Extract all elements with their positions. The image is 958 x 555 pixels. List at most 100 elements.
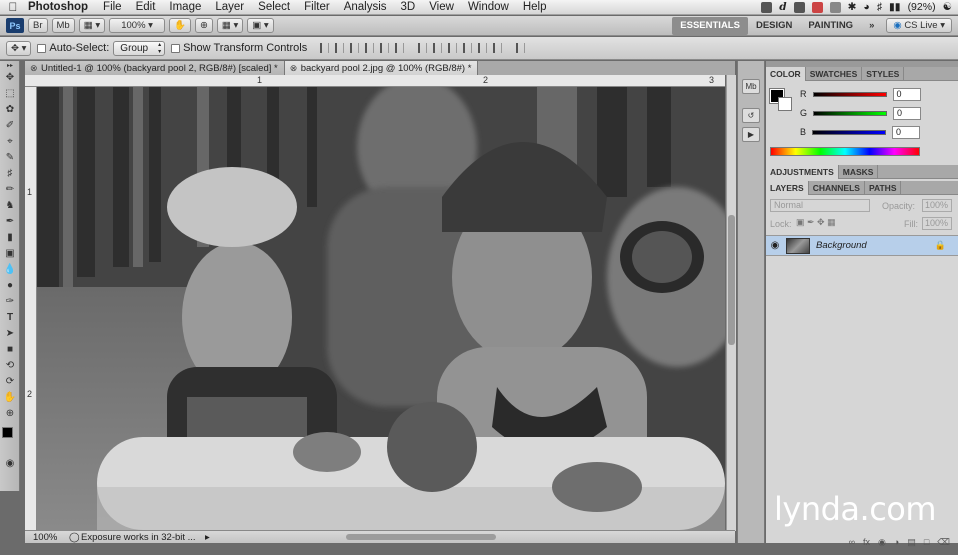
fill-value[interactable]: 100% [922, 217, 952, 230]
eyedropper-tool-icon[interactable]: ✎ [0, 149, 20, 165]
status-arrow-icon[interactable]: ▸ [205, 532, 210, 543]
align-vcenter-icon[interactable] [335, 43, 345, 53]
menu-app-name[interactable]: Photoshop [26, 1, 96, 13]
link-layers-icon[interactable]: ∞ [849, 537, 855, 553]
zoom-dropdown[interactable]: 100% ▾ [109, 18, 166, 33]
new-group-icon[interactable]: ▤ [907, 537, 916, 553]
tool-preset-picker[interactable]: ✥ ▾ [6, 40, 32, 56]
3d-rotate-tool-icon[interactable]: ⟲ [0, 357, 20, 373]
crop-tool-icon[interactable]: ⌖ [0, 133, 20, 149]
tray-app-icon-3[interactable] [811, 1, 823, 13]
tab-swatches[interactable]: SWATCHES [806, 66, 863, 81]
dictionary-icon[interactable]: d [779, 1, 786, 13]
stamp-tool-icon[interactable]: ♞ [0, 197, 20, 213]
r-slider[interactable] [812, 91, 887, 97]
lasso-tool-icon[interactable]: ✿ [0, 101, 20, 117]
tab-color[interactable]: COLOR [766, 66, 806, 81]
tab-paths[interactable]: PATHS [865, 180, 902, 195]
align-left-icon[interactable] [365, 43, 375, 53]
3d-orbit-tool-icon[interactable]: ⟳ [0, 373, 20, 389]
close-tab-icon[interactable]: ⊗ [30, 63, 38, 74]
zoom-tool-icon[interactable]: ⊕ [0, 405, 20, 421]
pen-tool-icon[interactable]: ✑ [0, 293, 20, 309]
distribute-vcenter-icon[interactable] [433, 43, 443, 53]
brush-tool-icon[interactable]: ✏ [0, 181, 20, 197]
distribute-hcenter-icon[interactable] [478, 43, 488, 53]
menu-file[interactable]: File [96, 1, 129, 13]
quick-select-tool-icon[interactable]: ✐ [0, 117, 20, 133]
adjustment-layer-icon[interactable]: ◑ [894, 537, 899, 553]
extras-dropdown[interactable]: ▦ ▾ [78, 18, 106, 33]
arrange-documents-button[interactable]: ▦ ▾ [216, 18, 244, 33]
distribute-left-icon[interactable] [463, 43, 473, 53]
vertical-ruler[interactable]: 1 2 [25, 87, 37, 530]
quick-mask-icon[interactable]: ◉ [0, 455, 20, 471]
opacity-value[interactable]: 100% [922, 199, 952, 212]
close-tab-icon[interactable]: ⊗ [290, 63, 298, 74]
r-value[interactable]: 0 [892, 87, 921, 101]
status-zoom[interactable]: 100% [25, 532, 69, 543]
b-slider[interactable] [812, 129, 887, 135]
eye-icon[interactable]: ◉ [766, 240, 784, 251]
collapse-tools-icon[interactable]: ▸▸ [0, 61, 20, 69]
zoom-tool-button[interactable]: ⊕ [194, 18, 213, 33]
shape-tool-icon[interactable]: ■ [0, 341, 20, 357]
cs-live-button[interactable]: ◉ CS Live ▾ [886, 18, 952, 33]
document-canvas[interactable] [37, 87, 725, 530]
show-transform-checkbox[interactable] [171, 43, 181, 53]
lock-icons[interactable]: ▣ ✒ ✥ ▦ [796, 217, 836, 228]
tab-untitled-1[interactable]: ⊗ Untitled-1 @ 100% (backyard pool 2, RG… [25, 61, 285, 75]
new-layer-icon[interactable]: □ [924, 537, 929, 553]
status-menu-icon[interactable]: ◯ [69, 532, 81, 543]
menu-view[interactable]: View [422, 1, 461, 13]
bluetooth-icon[interactable]: ✱ [848, 1, 857, 13]
dodge-tool-icon[interactable]: ● [0, 277, 20, 293]
apple-icon[interactable]:  [0, 0, 26, 14]
tab-styles[interactable]: STYLES [862, 66, 905, 81]
gradient-tool-icon[interactable]: ▣ [0, 245, 20, 261]
tab-backyard-pool[interactable]: ⊗ backyard pool 2.jpg @ 100% (RGB/8#) * [284, 61, 479, 75]
menu-3d[interactable]: 3D [394, 1, 423, 13]
vertical-scrollbar[interactable] [726, 75, 736, 531]
horizontal-ruler[interactable]: 1 2 3 [25, 75, 725, 87]
distribute-right-icon[interactable] [493, 43, 503, 53]
hand-tool-icon[interactable]: ✋ [0, 389, 20, 405]
foreground-color-swatch[interactable] [2, 427, 13, 438]
horizontal-scrollbar[interactable] [345, 534, 496, 540]
scroll-thumb[interactable] [728, 215, 735, 345]
color-spectrum-ramp[interactable] [770, 147, 920, 156]
actions-panel-icon[interactable]: ▶ [742, 127, 760, 142]
align-top-icon[interactable] [320, 43, 330, 53]
tab-channels[interactable]: CHANNELS [809, 180, 865, 195]
auto-select-dropdown[interactable]: Group [113, 40, 166, 56]
workspace-essentials[interactable]: ESSENTIALS [672, 16, 748, 35]
hand-tool-button[interactable]: ✋ [169, 18, 191, 33]
menu-image[interactable]: Image [162, 1, 208, 13]
layer-row-background[interactable]: ◉ Background 🔒 [766, 235, 958, 256]
g-slider[interactable] [813, 110, 888, 116]
blend-mode-dropdown[interactable]: Normal [770, 199, 870, 212]
b-value[interactable]: 0 [892, 125, 921, 139]
blur-tool-icon[interactable]: 💧 [0, 261, 20, 277]
align-right-icon[interactable] [395, 43, 405, 53]
auto-align-icon[interactable] [516, 43, 526, 53]
auto-select-checkbox[interactable] [37, 43, 47, 53]
healing-tool-icon[interactable]: ♯ [0, 165, 20, 181]
menu-select[interactable]: Select [251, 1, 297, 13]
tab-masks[interactable]: MASKS [839, 164, 879, 179]
align-hcenter-icon[interactable] [380, 43, 390, 53]
wifi-icon[interactable]: ☯ [943, 1, 952, 13]
history-panel-icon[interactable]: ↺ [742, 108, 760, 123]
menu-analysis[interactable]: Analysis [337, 1, 394, 13]
screen-mode-button[interactable]: ▣ ▾ [247, 18, 274, 33]
menu-help[interactable]: Help [516, 1, 554, 13]
history-brush-tool-icon[interactable]: ✒ [0, 213, 20, 229]
bridge-button[interactable]: Br [28, 18, 48, 33]
align-bottom-icon[interactable] [350, 43, 360, 53]
more-workspaces-button[interactable]: » [861, 20, 882, 31]
minibridge-panel-icon[interactable]: Mb [742, 79, 760, 94]
tray-app-icon[interactable] [761, 1, 773, 13]
distribute-bottom-icon[interactable] [448, 43, 458, 53]
distribute-top-icon[interactable] [418, 43, 428, 53]
tab-adjustments[interactable]: ADJUSTMENTS [766, 164, 839, 179]
